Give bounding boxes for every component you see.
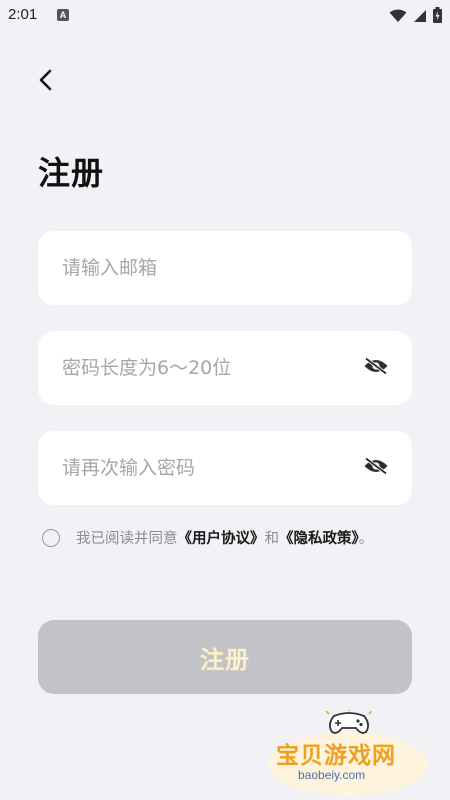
chevron-left-icon <box>37 68 55 96</box>
eye-off-icon <box>363 457 389 479</box>
watermark-logo: 宝贝游戏网 baobeiy.com <box>268 708 428 800</box>
email-input[interactable] <box>62 248 390 288</box>
agreement-conjunction: 和 <box>264 531 280 547</box>
eye-off-icon <box>363 357 389 379</box>
agreement-row: 我已阅读并同意《用户协议》和《隐私政策》。 <box>42 527 373 548</box>
watermark-domain: baobeiy.com <box>298 768 366 782</box>
notification-app-icon: A <box>57 9 69 21</box>
toggle-password-visibility-button[interactable] <box>362 354 390 382</box>
battery-icon <box>433 7 442 27</box>
toggle-confirm-password-visibility-button[interactable] <box>362 454 390 482</box>
privacy-policy-link[interactable]: 《隐私政策》 <box>279 531 359 547</box>
agreement-prefix: 我已阅读并同意 <box>76 531 178 547</box>
status-bar: 2:01 A <box>0 0 450 30</box>
password-field-container <box>38 331 412 405</box>
user-agreement-link[interactable]: 《用户协议》 <box>178 531 265 547</box>
agreement-checkbox[interactable] <box>42 528 60 547</box>
email-field-container <box>38 231 412 305</box>
status-icons <box>389 7 442 27</box>
agreement-text: 我已阅读并同意《用户协议》和《隐私政策》。 <box>76 527 373 548</box>
confirm-password-field-container <box>38 431 412 505</box>
status-time: 2:01 <box>8 6 38 23</box>
watermark-title: 宝贝游戏网 <box>276 743 396 769</box>
register-button[interactable]: 注册 <box>38 620 412 694</box>
wifi-icon <box>389 8 407 27</box>
password-input[interactable] <box>62 348 362 388</box>
signal-icon <box>413 8 427 27</box>
back-button[interactable] <box>30 66 62 98</box>
page-title: 注册 <box>38 154 105 192</box>
confirm-password-input[interactable] <box>62 448 362 488</box>
agreement-suffix: 。 <box>358 531 374 547</box>
